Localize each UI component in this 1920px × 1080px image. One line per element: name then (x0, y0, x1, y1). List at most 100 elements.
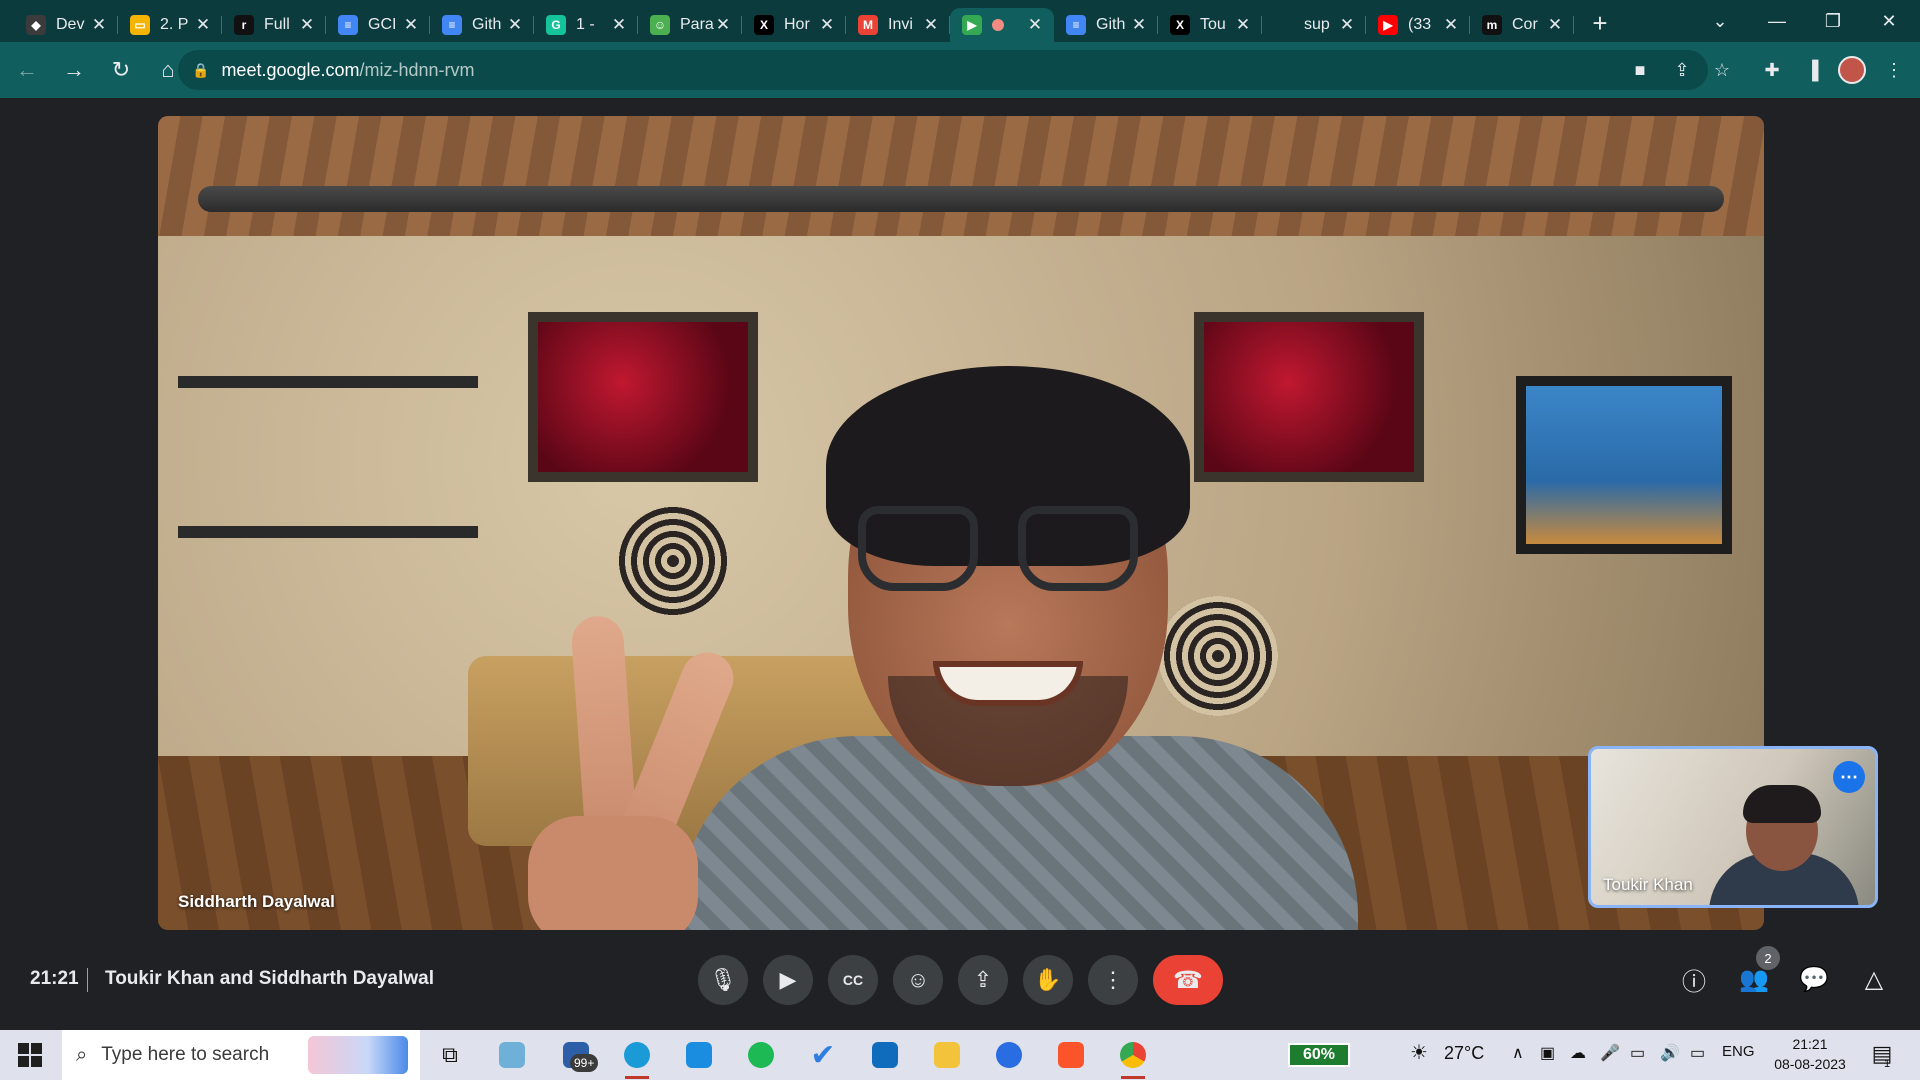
emoji-reaction-button[interactable]: ☺ (893, 955, 943, 1005)
bookmark-star-icon[interactable]: ☆ (1702, 50, 1742, 90)
weather-temperature[interactable]: 27°C (1444, 1043, 1484, 1064)
microphone-button[interactable]: 🎙 (698, 955, 748, 1005)
language-indicator[interactable]: ENG (1722, 1043, 1755, 1060)
lock-icon[interactable]: 🔒 (192, 62, 209, 79)
new-tab-button[interactable]: + (1580, 8, 1620, 39)
profile-avatar[interactable] (1838, 56, 1866, 84)
edge-browser-icon[interactable] (617, 1036, 657, 1079)
more-options-button[interactable]: ⋮ (1088, 955, 1138, 1005)
raise-hand-button[interactable]: ✋ (1023, 955, 1073, 1005)
battery-icon[interactable]: ▭ (1630, 1043, 1645, 1063)
windows-start-icon[interactable] (18, 1043, 42, 1067)
tab-close-icon[interactable]: ✕ (298, 15, 316, 35)
browser-tab[interactable]: ▶ (33 ✕ (1366, 8, 1470, 42)
browser-tab[interactable]: m Cor ✕ (1470, 8, 1574, 42)
tab-close-icon[interactable]: ✕ (1026, 15, 1044, 35)
brave-browser-icon[interactable] (1051, 1036, 1091, 1074)
present-screen-button[interactable]: ⇪ (958, 955, 1008, 1005)
tab-close-icon[interactable]: ✕ (1546, 15, 1564, 35)
address-bar[interactable]: 🔒 meet.google.com/miz-hdnn-rvm (178, 50, 1708, 90)
minimize-icon[interactable]: — (1754, 0, 1800, 42)
browser-tab[interactable]: ◆ Dev ✕ (14, 8, 118, 42)
tab-close-icon[interactable]: ✕ (818, 15, 836, 35)
taskbar-search-box[interactable]: ⌕ Type here to search (62, 1030, 420, 1080)
microphone-in-use-icon[interactable]: 🎤 (1600, 1043, 1620, 1063)
camera-blocked-icon[interactable]: ■ (1620, 50, 1660, 90)
firefox-app-icon[interactable] (989, 1036, 1029, 1074)
restore-icon[interactable]: ❐ (1810, 0, 1856, 42)
tab-close-icon[interactable]: ✕ (1338, 15, 1356, 35)
tab-close-icon[interactable]: ✕ (90, 15, 108, 35)
browser-tab[interactable]: ≡ Gith ✕ (1054, 8, 1158, 42)
clock-time: 21:21 (1792, 1036, 1828, 1052)
camera-in-use-icon[interactable]: ▣ (1540, 1043, 1555, 1063)
tab-favicon-icon: ☺ (650, 15, 670, 35)
back-icon[interactable]: ← (7, 50, 47, 90)
camera-button[interactable]: ▶ (763, 955, 813, 1005)
self-view-more-options-icon[interactable]: ⋯ (1833, 761, 1865, 793)
captions-icon: CC (842, 972, 864, 988)
tab-search-icon[interactable]: ⌄ (1700, 0, 1740, 42)
main-video-tile[interactable]: Siddharth Dayalwal (158, 116, 1764, 930)
chrome-browser-icon[interactable] (1113, 1036, 1153, 1079)
tab-favicon-icon: M (858, 15, 878, 35)
browser-tab[interactable]: M Invi ✕ (846, 8, 950, 42)
browser-menu-icon[interactable]: ⋮ (1874, 50, 1914, 90)
browser-tab[interactable]: ▭ 2. P ✕ (118, 8, 222, 42)
wall-target-pattern (618, 506, 728, 616)
tab-close-icon[interactable]: ✕ (714, 15, 732, 35)
share-icon[interactable]: ⇪ (1662, 50, 1702, 90)
browser-tab[interactable]: sup ✕ (1262, 8, 1366, 42)
browser-tab[interactable]: r Full ✕ (222, 8, 326, 42)
notes-app-icon[interactable] (492, 1036, 532, 1074)
file-explorer-icon[interactable] (927, 1036, 967, 1074)
notification-center-icon[interactable]: ▤ (1868, 1041, 1896, 1069)
tab-close-icon[interactable]: ✕ (194, 15, 212, 35)
browser-tab[interactable]: ▶ ✕ (950, 8, 1054, 42)
spotify-app-icon[interactable] (741, 1036, 781, 1074)
side-panel-icon[interactable]: ▐ (1792, 50, 1832, 90)
browser-tab[interactable]: G 1 - ✕ (534, 8, 638, 42)
tab-favicon-icon: ▶ (1378, 15, 1398, 35)
tab-favicon-icon: ≡ (442, 15, 462, 35)
tab-close-icon[interactable]: ✕ (1442, 15, 1460, 35)
onedrive-icon[interactable]: ☁ (1570, 1043, 1586, 1063)
url-path: /miz-hdnn-rvm (359, 59, 475, 80)
browser-tab[interactable]: ☺ Para ✕ (638, 8, 742, 42)
captions-button[interactable]: CC (828, 955, 878, 1005)
network-icon[interactable]: ▭ (1690, 1043, 1705, 1063)
browser-tab[interactable]: ≡ GCI ✕ (326, 8, 430, 42)
tab-close-icon[interactable]: ✕ (922, 15, 940, 35)
browser-tab[interactable]: X Tou ✕ (1158, 8, 1262, 42)
todo-app-icon[interactable]: ✔ (803, 1036, 843, 1074)
meet-control-bar: 21:21 Toukir Khan and Siddharth Dayalwal… (0, 940, 1920, 1020)
tab-title: Invi (888, 16, 913, 33)
wall-tv (1516, 376, 1732, 554)
end-call-button[interactable]: ☎ (1153, 955, 1223, 1005)
self-view-tile[interactable]: ⋯ Toukir Khan (1588, 746, 1878, 908)
outlook-app-icon[interactable] (865, 1036, 905, 1074)
activities-button[interactable]: △ (1850, 955, 1898, 1003)
chat-button[interactable]: 💬 (1790, 955, 1838, 1003)
show-hidden-icons-icon[interactable]: ∧ (1512, 1043, 1524, 1063)
tab-close-icon[interactable]: ✕ (1130, 15, 1148, 35)
tab-title: Hor (784, 16, 810, 33)
weather-icon[interactable]: ☀ (1410, 1040, 1428, 1065)
forward-icon[interactable]: → (54, 50, 94, 90)
taskbar-clock[interactable]: 21:21 08-08-2023 (1760, 1034, 1860, 1074)
ceiling-pipe (198, 186, 1724, 212)
meeting-details-button[interactable]: ⓘ (1670, 955, 1718, 1003)
reload-icon[interactable]: ↻ (101, 50, 141, 90)
extensions-icon[interactable]: ✚ (1752, 50, 1792, 90)
tab-close-icon[interactable]: ✕ (402, 15, 420, 35)
tab-close-icon[interactable]: ✕ (610, 15, 628, 35)
linkedin-app-icon[interactable] (679, 1036, 719, 1074)
tab-close-icon[interactable]: ✕ (506, 15, 524, 35)
browser-tab[interactable]: X Hor ✕ (742, 8, 846, 42)
task-view-icon[interactable]: ⧉ (430, 1036, 470, 1074)
volume-icon[interactable]: 🔊 (1660, 1043, 1680, 1063)
close-window-icon[interactable]: ✕ (1866, 0, 1912, 42)
tab-close-icon[interactable]: ✕ (1234, 15, 1252, 35)
battery-indicator[interactable]: 60% (1288, 1043, 1350, 1067)
browser-tab[interactable]: ≡ Gith ✕ (430, 8, 534, 42)
